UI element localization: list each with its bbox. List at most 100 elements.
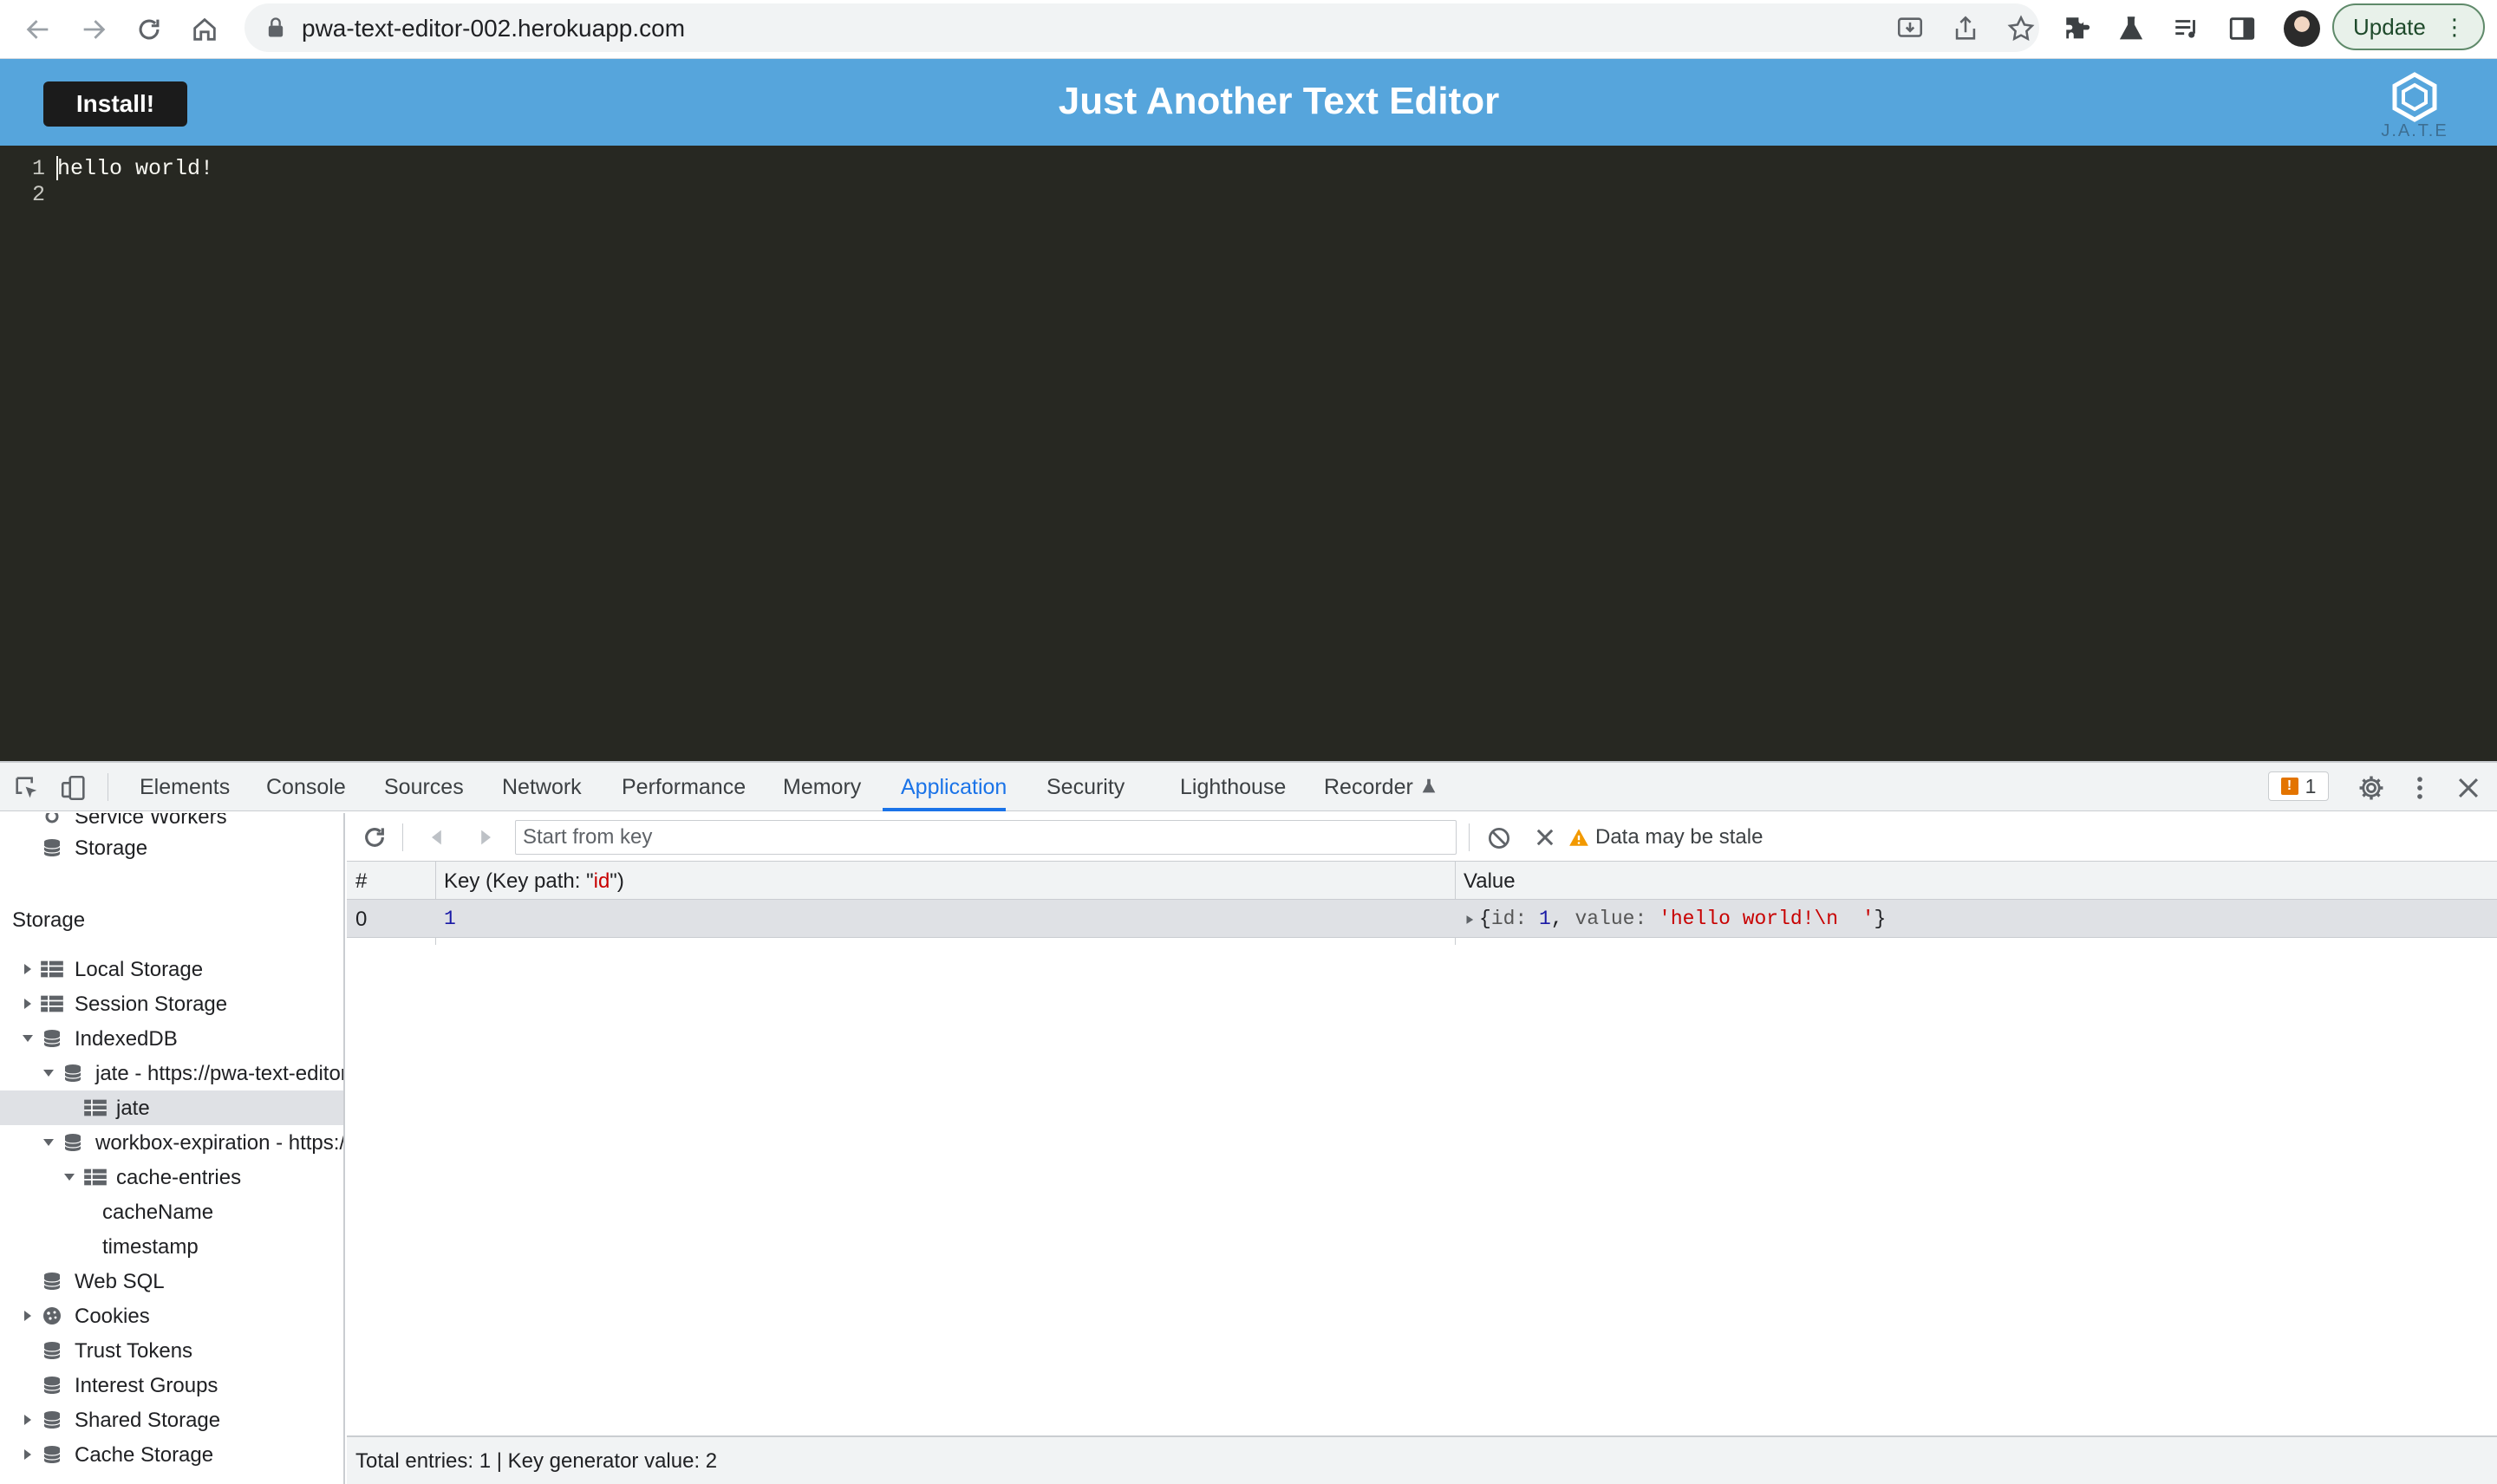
editor-line[interactable]: 1 hello world! (0, 156, 2497, 182)
home-icon (193, 17, 216, 41)
database-icon (64, 1134, 81, 1151)
table-grid-icon (41, 995, 63, 1012)
side-panel-button[interactable] (2225, 11, 2259, 46)
sidebar-item-label: Web SQL (75, 1270, 165, 1293)
url-text[interactable]: pwa-text-editor-002.herokuapp.com (302, 15, 685, 42)
tab-performance[interactable]: Performance (622, 775, 746, 800)
triangle-right-icon[interactable] (19, 1446, 36, 1463)
side-panel-icon (2229, 17, 2255, 40)
tab-security[interactable]: Security (1046, 775, 1125, 800)
issue-flag-icon: ! (2280, 778, 2298, 795)
expand-triangle-icon[interactable] (1464, 914, 1476, 926)
code-editor[interactable]: 1 hello world! 2 (0, 146, 2497, 761)
tab-sources[interactable]: Sources (384, 775, 464, 800)
sidebar-item-storage-overview[interactable]: Storage (0, 830, 343, 865)
install-app-icon[interactable] (1895, 14, 1925, 43)
sidebar-item-jate-database[interactable]: jate - https://pwa-text-editor-002.herok… (0, 1056, 343, 1090)
database-icon (64, 1064, 81, 1082)
back-button[interactable] (17, 9, 59, 50)
sidebar-item-shared-storage[interactable]: Shared Storage (0, 1403, 343, 1437)
database-icon (43, 1446, 61, 1463)
triangle-right-icon[interactable] (19, 995, 36, 1012)
sidebar-section-title: Storage (12, 908, 86, 932)
extensions-button[interactable] (2060, 11, 2095, 46)
tab-network[interactable]: Network (502, 775, 582, 800)
triangle-down-icon[interactable] (61, 1168, 78, 1186)
tab-application[interactable]: Application (901, 775, 1007, 800)
sidebar-item-index-timestamp[interactable]: timestamp (0, 1229, 343, 1264)
sidebar-item-indexeddb[interactable]: IndexedDB (0, 1021, 343, 1056)
sidebar-item-session-storage[interactable]: Session Storage (0, 986, 343, 1021)
row-key: 1 (444, 908, 456, 930)
update-button[interactable]: Update ⋮ (2332, 3, 2485, 50)
sidebar-item-cache-entries[interactable]: cache-entries (0, 1160, 343, 1194)
lock-icon (268, 17, 284, 37)
column-header-value[interactable]: Value (1464, 869, 1516, 894)
inspect-element-icon[interactable] (12, 773, 42, 803)
media-controls-button[interactable] (2169, 11, 2204, 46)
address-bar[interactable]: pwa-text-editor-002.herokuapp.com (244, 3, 2039, 52)
triangle-down-icon[interactable] (40, 1134, 57, 1151)
triangle-down-icon[interactable] (19, 1030, 36, 1047)
triangle-right-icon[interactable] (19, 1411, 36, 1429)
bookmark-star-icon[interactable] (2006, 14, 2036, 43)
sidebar-item-label: Storage (75, 836, 148, 860)
table-grid-icon (41, 960, 63, 978)
tab-memory[interactable]: Memory (783, 775, 861, 800)
refresh-icon[interactable] (361, 823, 388, 851)
sidebar-item-interest-groups[interactable]: Interest Groups (0, 1368, 343, 1403)
sidebar-item-trust-tokens[interactable]: Trust Tokens (0, 1333, 343, 1368)
triangle-down-icon[interactable] (40, 1064, 57, 1082)
reload-button[interactable] (128, 9, 170, 50)
warning-icon (1569, 829, 1588, 846)
database-icon (43, 1030, 61, 1047)
next-page-icon[interactable] (475, 827, 496, 848)
tab-console[interactable]: Console (266, 775, 346, 800)
key-header-prefix: Key (Key path: " (444, 869, 594, 893)
tab-recorder[interactable]: Recorder (1324, 775, 1438, 800)
previous-page-icon[interactable] (427, 827, 447, 848)
sidebar-item-workbox-expiration[interactable]: workbox-expiration - https://pwa-text-ed… (0, 1125, 343, 1160)
tab-lighthouse[interactable]: Lighthouse (1180, 775, 1286, 800)
sidebar-item-cookies[interactable]: Cookies (0, 1298, 343, 1333)
tab-recorder-label: Recorder (1324, 775, 1413, 799)
delete-selected-icon[interactable] (1533, 825, 1557, 849)
tab-elements[interactable]: Elements (140, 775, 230, 800)
sidebar-item-local-storage[interactable]: Local Storage (0, 952, 343, 986)
more-options-icon[interactable] (2405, 773, 2435, 803)
indexeddb-data-view: Data may be stale # Key (Key path: "id")… (347, 813, 2497, 1484)
row-value[interactable]: {id: 1, value: 'hello world!\n '} (1479, 908, 1886, 930)
sidebar-item-jate-object-store[interactable]: jate (0, 1090, 343, 1125)
forward-button[interactable] (73, 9, 114, 50)
sidebar-item-label: Interest Groups (75, 1374, 218, 1397)
experiment-flask-icon (1422, 778, 1436, 793)
issues-counter[interactable]: ! 1 (2268, 771, 2329, 801)
device-toolbar-icon[interactable] (59, 773, 88, 803)
settings-gear-icon[interactable] (2357, 773, 2386, 803)
key-header-suffix: ") (610, 869, 624, 893)
home-button[interactable] (184, 9, 225, 50)
sidebar-item-cache-storage[interactable]: Cache Storage (0, 1437, 343, 1472)
sidebar-item-label: Cache Storage (75, 1443, 214, 1467)
triangle-right-icon[interactable] (19, 1307, 36, 1325)
column-header-index[interactable]: # (355, 869, 367, 894)
table-header: # Key (Key path: "id") Value (347, 862, 2497, 900)
line-text[interactable]: hello world! (57, 156, 213, 182)
labs-button[interactable] (2114, 11, 2148, 46)
sidebar-item-web-sql[interactable]: Web SQL (0, 1264, 343, 1298)
start-from-key-input[interactable] (515, 820, 1457, 855)
clear-object-store-icon[interactable] (1486, 825, 1512, 851)
column-header-key[interactable]: Key (Key path: "id") (444, 869, 624, 894)
close-icon[interactable] (2454, 773, 2483, 803)
table-row[interactable]: 0 1 {id: 1, value: 'hello world!\n '} (347, 900, 2497, 938)
triangle-right-icon[interactable] (19, 960, 36, 978)
profile-avatar[interactable] (2284, 10, 2320, 47)
editor-line[interactable]: 2 (0, 182, 2497, 208)
database-icon (43, 839, 61, 856)
sidebar-item-index-cachename[interactable]: cacheName (0, 1194, 343, 1229)
update-label: Update (2353, 13, 2426, 40)
application-sidebar: Service Workers Storage Storage Local St… (0, 813, 345, 1484)
cookie-icon (43, 1307, 61, 1325)
share-icon[interactable] (1951, 14, 1980, 43)
sidebar-item-label: Shared Storage (75, 1409, 221, 1432)
